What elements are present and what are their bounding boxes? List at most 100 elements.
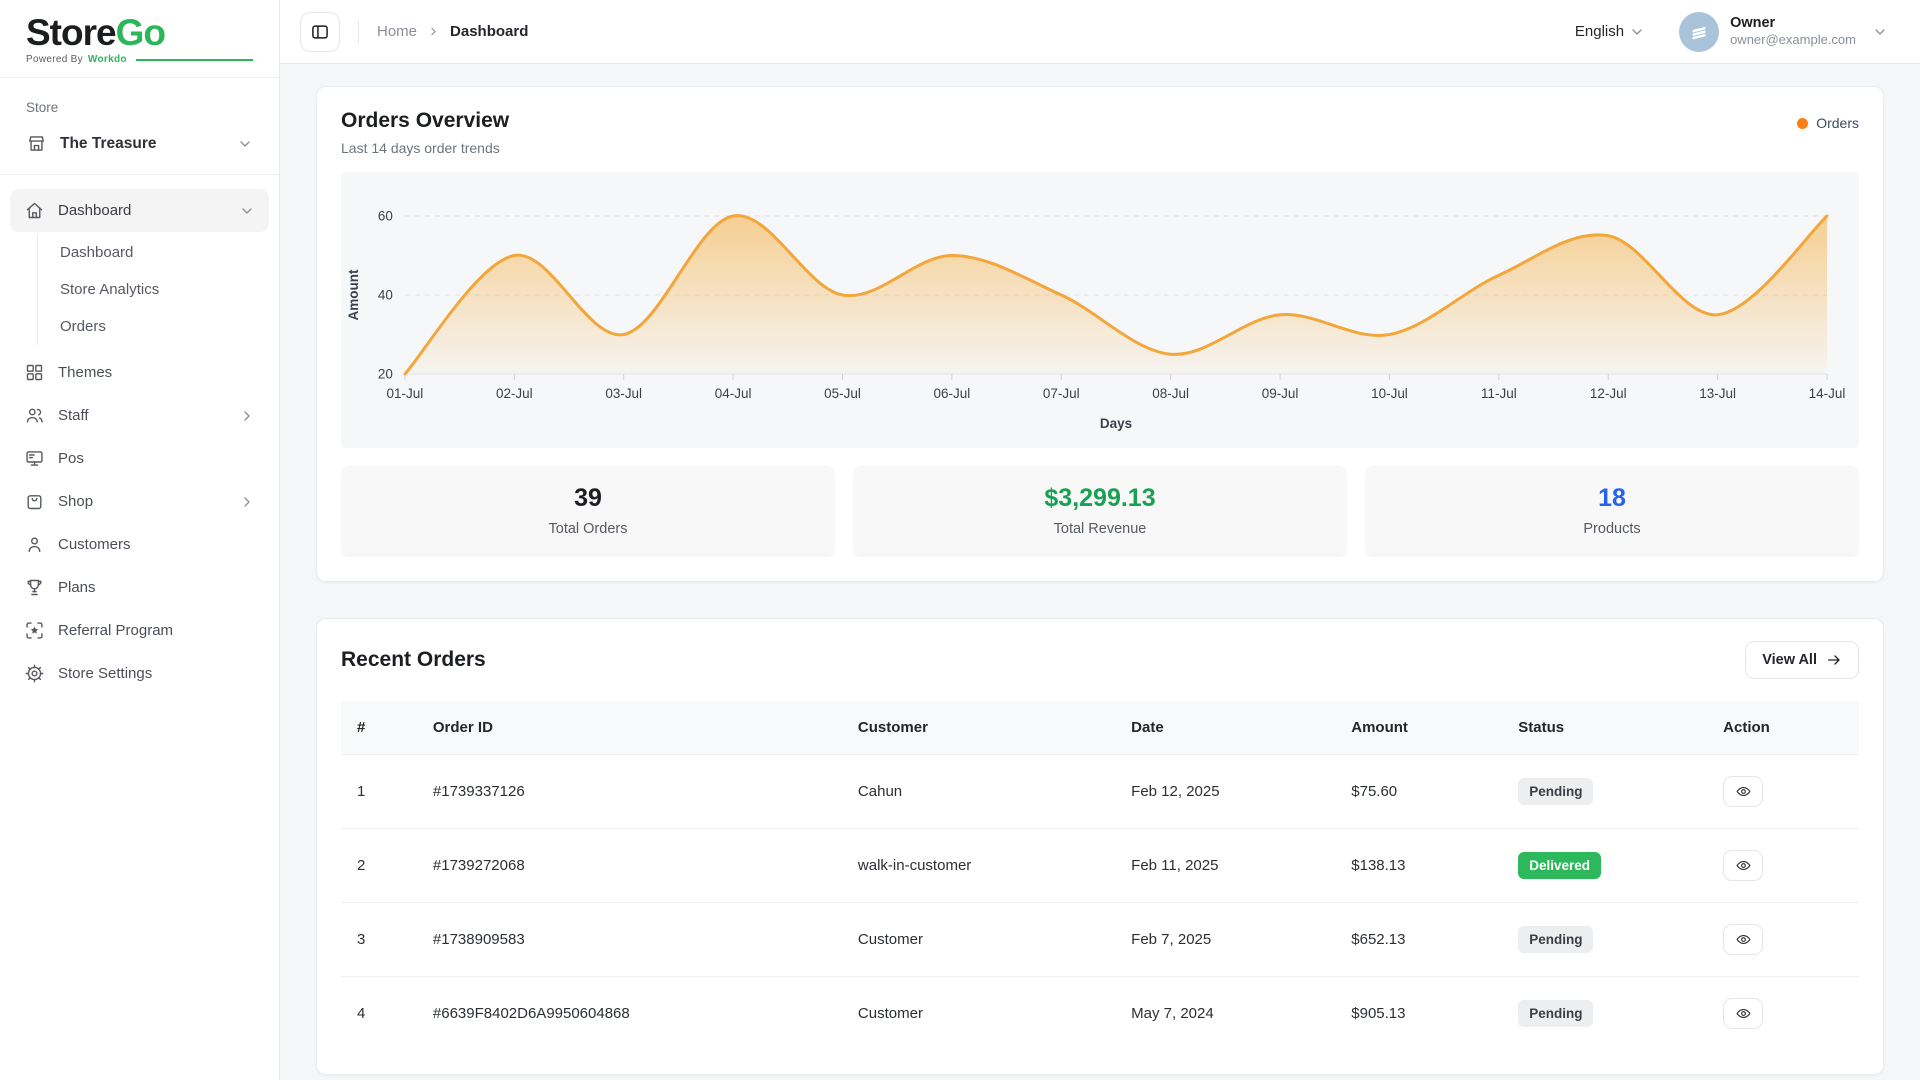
sidebar-subitem-orders[interactable]: Orders (38, 308, 269, 345)
language-selector[interactable]: English (1575, 23, 1645, 40)
sidebar-item-shop[interactable]: Shop (10, 480, 269, 523)
store-name: The Treasure (60, 135, 224, 153)
svg-text:12-Jul: 12-Jul (1590, 386, 1627, 401)
legend-dot (1797, 118, 1808, 129)
storego-logo[interactable]: StoreGo (26, 12, 253, 54)
avatar[interactable] (1679, 12, 1719, 52)
topbar: Home Dashboard English Owner owner@examp… (280, 0, 1920, 64)
sidebar-item-pos[interactable]: Pos (10, 437, 269, 480)
customer-cell: Customer (842, 903, 1115, 977)
view-order-button[interactable] (1723, 776, 1763, 807)
sidebar-subitem-dashboard[interactable]: Dashboard (38, 234, 269, 271)
order-id-link[interactable]: #1738909583 (417, 903, 842, 977)
stat-total-orders: 39 Total Orders (341, 466, 835, 557)
sidebar-toggle-button[interactable] (300, 12, 340, 52)
panel-toggle-icon (310, 22, 330, 42)
order-id-link[interactable]: #1739272068 (417, 829, 842, 903)
grid-icon (24, 362, 45, 383)
amount-cell: $138.13 (1335, 829, 1502, 903)
chevron-down-icon[interactable] (1872, 24, 1888, 40)
order-id-link[interactable]: #1739337126 (417, 755, 842, 829)
col-customer: Customer (842, 701, 1115, 755)
customer-cell: Customer (842, 977, 1115, 1051)
stat-label: Total Revenue (853, 521, 1347, 537)
topbar-right: English Owner owner@example.com (1575, 12, 1888, 52)
sidebar-subitem-store-analytics[interactable]: Store Analytics (38, 271, 269, 308)
amount-cell: $652.13 (1335, 903, 1502, 977)
referral-icon (24, 620, 45, 641)
breadcrumb: Home Dashboard (377, 23, 528, 40)
content: Orders Overview Last 14 days order trend… (280, 64, 1920, 1075)
svg-text:09-Jul: 09-Jul (1262, 386, 1299, 401)
stats-row: 39 Total Orders $3,299.13 Total Revenue … (341, 466, 1859, 557)
svg-text:Amount: Amount (346, 269, 361, 320)
row-num: 1 (341, 755, 417, 829)
orders-overview-card: Orders Overview Last 14 days order trend… (316, 86, 1884, 582)
user-menu[interactable]: Owner owner@example.com (1730, 14, 1856, 48)
date-cell: Feb 11, 2025 (1115, 829, 1335, 903)
dashboard-submenu: Dashboard Store Analytics Orders (37, 234, 269, 345)
bag-icon (24, 491, 45, 512)
chevron-right-icon (239, 494, 255, 510)
sidebar-item-dashboard[interactable]: Dashboard (10, 189, 269, 232)
view-order-button[interactable] (1723, 924, 1763, 955)
date-cell: May 7, 2024 (1115, 977, 1335, 1051)
row-num: 4 (341, 977, 417, 1051)
user-icon (24, 534, 45, 555)
stat-total-revenue: $3,299.13 Total Revenue (853, 466, 1347, 557)
sidebar-item-referral-program[interactable]: Referral Program (10, 609, 269, 652)
svg-text:40: 40 (378, 287, 393, 302)
breadcrumb-home[interactable]: Home (377, 23, 417, 40)
store-section-label: Store (0, 78, 279, 121)
amount-cell: $75.60 (1335, 755, 1502, 829)
view-all-button[interactable]: View All (1745, 641, 1859, 679)
storefront-icon (26, 133, 47, 154)
sidebar-item-label: Staff (58, 407, 226, 424)
table-row: 3 #1738909583 Customer Feb 7, 2025 $652.… (341, 903, 1859, 977)
sidebar-item-customers[interactable]: Customers (10, 523, 269, 566)
sidebar-item-themes[interactable]: Themes (10, 351, 269, 394)
stat-label: Products (1365, 521, 1859, 537)
view-order-button[interactable] (1723, 998, 1763, 1029)
arrow-right-icon (1826, 652, 1842, 668)
sidebar-item-staff[interactable]: Staff (10, 394, 269, 437)
eye-icon (1735, 1005, 1752, 1022)
view-order-button[interactable] (1723, 850, 1763, 881)
sidebar-item-store-settings[interactable]: Store Settings (10, 652, 269, 695)
logo-go-text: Go (116, 12, 165, 53)
powered-brand: Workdo (88, 54, 127, 65)
store-selector[interactable]: The Treasure (0, 121, 279, 175)
overview-subtitle: Last 14 days order trends (341, 140, 509, 156)
eye-icon (1735, 857, 1752, 874)
sidebar-item-plans[interactable]: Plans (10, 566, 269, 609)
col-status: Status (1502, 701, 1707, 755)
col-order-id: Order ID (417, 701, 842, 755)
recent-orders-card: Recent Orders View All # Order ID Custom… (316, 618, 1884, 1075)
table-row: 1 #1739337126 Cahun Feb 12, 2025 $75.60 … (341, 755, 1859, 829)
customer-cell: walk-in-customer (842, 829, 1115, 903)
order-id-link[interactable]: #6639F8402D6A9950604868 (417, 977, 842, 1051)
svg-text:06-Jul: 06-Jul (934, 386, 971, 401)
svg-text:Days: Days (1100, 416, 1132, 431)
eye-icon (1735, 931, 1752, 948)
table-row: 4 #6639F8402D6A9950604868 Customer May 7… (341, 977, 1859, 1051)
sidebar-nav: Dashboard Dashboard Store Analytics Orde… (0, 175, 279, 709)
status-badge: Delivered (1518, 852, 1601, 879)
orders-chart: 20406001-Jul02-Jul03-Jul04-Jul05-Jul06-J… (341, 172, 1859, 448)
users-icon (24, 405, 45, 426)
overview-title: Orders Overview (341, 109, 509, 133)
svg-text:08-Jul: 08-Jul (1152, 386, 1189, 401)
svg-text:03-Jul: 03-Jul (605, 386, 642, 401)
topbar-divider (358, 21, 359, 43)
pos-icon (24, 448, 45, 469)
svg-text:07-Jul: 07-Jul (1043, 386, 1080, 401)
sidebar: StoreGo Powered By Workdo Store The Trea… (0, 0, 280, 1080)
chevron-down-icon (237, 136, 253, 152)
date-cell: Feb 7, 2025 (1115, 903, 1335, 977)
row-num: 2 (341, 829, 417, 903)
svg-text:13-Jul: 13-Jul (1699, 386, 1736, 401)
trophy-icon (24, 577, 45, 598)
powered-rule (136, 59, 253, 61)
home-icon (24, 200, 45, 221)
svg-text:14-Jul: 14-Jul (1809, 386, 1846, 401)
